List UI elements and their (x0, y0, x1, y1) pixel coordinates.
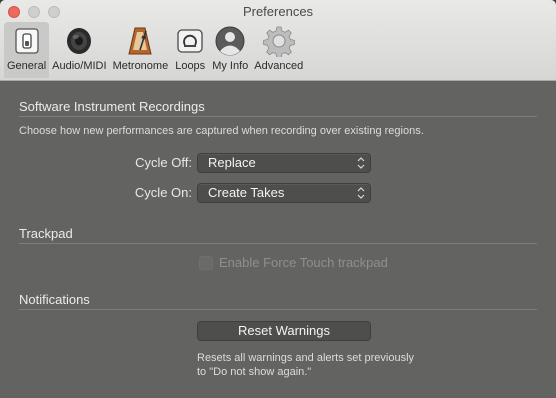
metronome-icon (124, 24, 156, 58)
section-divider (19, 309, 537, 310)
reset-warnings-button[interactable]: Reset Warnings (197, 321, 371, 341)
trackpad-section-title: Trackpad (19, 226, 73, 241)
tab-label: My Info (212, 60, 249, 72)
gear-icon (262, 24, 295, 58)
preferences-window: Preferences General Audio/MIDI Metronome… (0, 0, 556, 398)
force-touch-checkbox[interactable] (199, 256, 213, 270)
speaker-icon (63, 24, 95, 58)
up-down-arrows-icon (357, 187, 365, 199)
tab-my-info[interactable]: My Info (209, 22, 251, 78)
section-divider (19, 243, 537, 244)
loop-icon (174, 24, 206, 58)
tab-label: Advanced (254, 60, 304, 72)
tab-label: Metronome (112, 60, 169, 72)
section-divider (19, 116, 537, 117)
tab-audio-midi[interactable]: Audio/MIDI (49, 22, 109, 78)
force-touch-label: Enable Force Touch trackpad (219, 255, 388, 270)
recordings-description: Choose how new performances are captured… (19, 125, 424, 137)
switch-icon (11, 24, 43, 58)
cycle-off-value: Replace (208, 155, 256, 170)
cycle-on-popup[interactable]: Create Takes (197, 183, 371, 203)
tab-label: Audio/MIDI (52, 60, 107, 72)
tab-label: Loops (175, 60, 206, 72)
tab-general[interactable]: General (4, 22, 50, 78)
tab-label: General (7, 60, 47, 72)
cycle-off-label: Cycle Off: (135, 155, 192, 170)
cycle-on-value: Create Takes (208, 185, 285, 200)
tab-advanced[interactable]: Advanced (251, 22, 306, 78)
up-down-arrows-icon (357, 157, 365, 169)
cycle-off-popup[interactable]: Replace (197, 153, 371, 173)
person-icon (214, 24, 246, 58)
cycle-on-label: Cycle On: (134, 185, 192, 200)
preferences-toolbar: General Audio/MIDI Metronome Loops My In… (4, 22, 306, 78)
reset-warnings-note-line1: Resets all warnings and alerts set previ… (197, 352, 415, 364)
reset-warnings-note-line2: to "Do not show again." (197, 366, 312, 378)
recordings-section-title: Software Instrument Recordings (19, 99, 205, 114)
window-title: Preferences (242, 4, 314, 19)
tab-loops[interactable]: Loops (171, 22, 209, 78)
notifications-section-title: Notifications (19, 292, 90, 307)
title-bar: Preferences General Audio/MIDI Metronome… (0, 0, 556, 81)
tab-metronome[interactable]: Metronome (110, 22, 172, 78)
